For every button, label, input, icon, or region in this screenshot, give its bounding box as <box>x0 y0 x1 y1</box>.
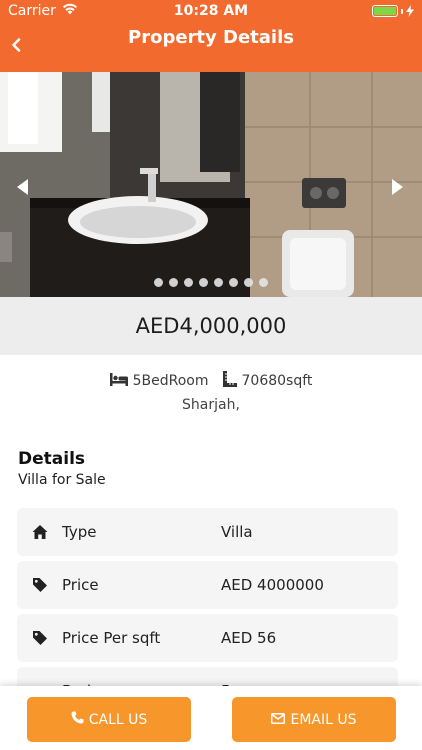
tag-icon <box>32 577 48 593</box>
property-specs: 5BedRoom 70680sqft Sharjah, <box>0 371 422 413</box>
clock: 10:28 AM <box>173 3 249 19</box>
next-image-button[interactable] <box>388 178 406 196</box>
detail-label: Price <box>62 576 99 594</box>
action-bar: CALL US EMAIL US <box>0 686 422 750</box>
pagination-dot[interactable] <box>199 278 208 287</box>
arrow-right-icon <box>392 179 403 195</box>
detail-label: Type <box>62 523 97 541</box>
screen: Carrier 10:28 AM Property Details AED4,0… <box>0 0 422 750</box>
home-icon <box>32 524 48 540</box>
status-bar: Carrier 10:28 AM <box>0 0 422 22</box>
area-label: 70680sqft <box>241 373 313 389</box>
pagination-dot[interactable] <box>214 278 223 287</box>
detail-value: AED 4000000 <box>221 576 324 594</box>
bedrooms-label: 5BedRoom <box>132 373 209 389</box>
header: Carrier 10:28 AM Property Details <box>0 0 422 72</box>
pagination-dot[interactable] <box>259 278 268 287</box>
call-us-label: CALL US <box>88 711 148 728</box>
email-us-label: EMAIL US <box>290 711 357 728</box>
image-gallery[interactable] <box>0 72 422 297</box>
phone-icon <box>71 711 84 728</box>
gallery-pagination <box>0 278 422 287</box>
envelope-icon <box>271 712 286 728</box>
detail-row-price-per-sqft: Price Per sqft AED 56 <box>17 614 398 662</box>
detail-row-price: Price AED 4000000 <box>17 561 398 609</box>
tag-icon <box>32 630 48 646</box>
bed-icon <box>109 372 128 390</box>
detail-value: AED 56 <box>221 629 277 647</box>
ruler-icon <box>222 371 237 391</box>
battery-icon <box>372 5 414 17</box>
pagination-dot[interactable] <box>169 278 178 287</box>
area-spec: 70680sqft <box>222 371 313 391</box>
arrow-left-icon <box>17 179 28 195</box>
detail-value: Villa <box>221 523 253 541</box>
nav-bar: Property Details <box>0 22 422 72</box>
previous-image-button[interactable] <box>14 178 32 196</box>
price-banner: AED4,000,000 <box>0 297 422 355</box>
pagination-dot[interactable] <box>184 278 193 287</box>
pagination-dot[interactable] <box>229 278 238 287</box>
call-us-button[interactable]: CALL US <box>27 697 191 742</box>
pagination-dot[interactable] <box>244 278 253 287</box>
property-location: Sharjah, <box>182 397 240 413</box>
details-subtitle: Villa for Sale <box>18 472 106 488</box>
email-us-button[interactable]: EMAIL US <box>232 697 396 742</box>
property-price: AED4,000,000 <box>135 314 287 338</box>
detail-row-type: Type Villa <box>17 508 398 556</box>
details-heading: Details <box>18 449 86 469</box>
bedrooms-spec: 5BedRoom <box>109 372 209 390</box>
detail-label: Price Per sqft <box>62 629 161 647</box>
page-title: Property Details <box>128 27 294 48</box>
property-photo <box>0 72 422 297</box>
pagination-dot[interactable] <box>154 278 163 287</box>
